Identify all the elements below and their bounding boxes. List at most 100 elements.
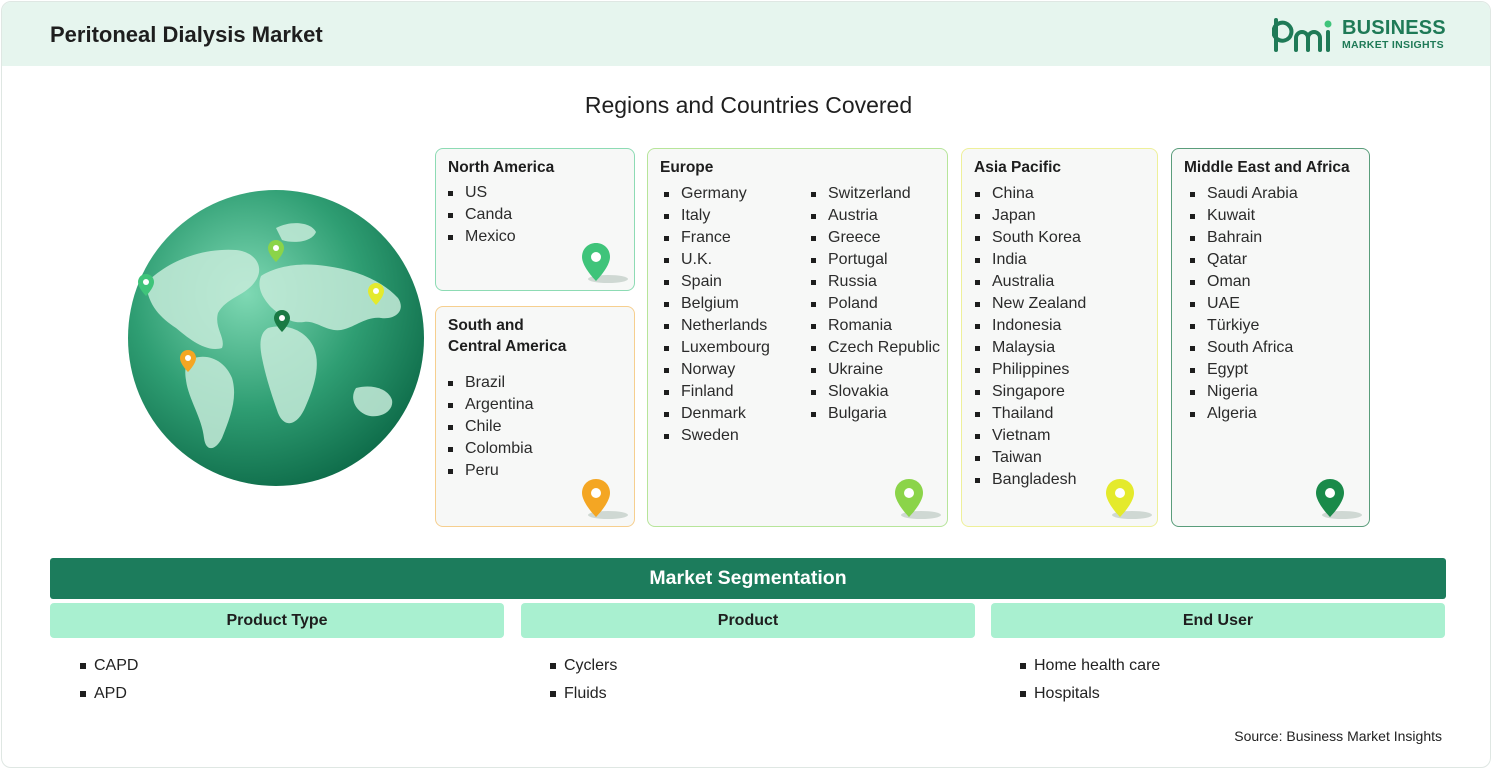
list-item: Egypt xyxy=(1190,359,1298,381)
country-list-col1: Germany Italy France U.K. Spain Belgium … xyxy=(664,183,770,447)
list-item: Argentina xyxy=(448,394,534,416)
list-item: Cyclers xyxy=(550,652,617,680)
list-item: Italy xyxy=(664,205,770,227)
list-item: Fluids xyxy=(550,680,617,708)
list-item: New Zealand xyxy=(975,293,1086,315)
location-pin-icon xyxy=(895,479,941,519)
segment-heading-end-user: End User xyxy=(991,603,1445,638)
list-item: France xyxy=(664,227,770,249)
region-title: North America xyxy=(448,159,555,176)
country-list: Saudi Arabia Kuwait Bahrain Qatar Oman U… xyxy=(1190,183,1298,425)
list-item: Denmark xyxy=(664,403,770,425)
infographic-frame: Peritoneal Dialysis Market BUSINESS MARK… xyxy=(1,1,1491,768)
list-item: Russia xyxy=(811,271,940,293)
location-pin-icon xyxy=(1316,479,1362,519)
list-item: Algeria xyxy=(1190,403,1298,425)
list-item: Brazil xyxy=(448,372,534,394)
region-card-south-central-america: South and Central America Brazil Argenti… xyxy=(435,306,635,527)
list-item: US xyxy=(448,182,516,204)
list-item: Indonesia xyxy=(975,315,1086,337)
region-card-asia-pacific: Asia Pacific China Japan South Korea Ind… xyxy=(961,148,1158,527)
list-item: Bahrain xyxy=(1190,227,1298,249)
list-item: Portugal xyxy=(811,249,940,271)
list-item: Netherlands xyxy=(664,315,770,337)
list-item: Thailand xyxy=(975,403,1086,425)
list-item: Singapore xyxy=(975,381,1086,403)
list-item: Bulgaria xyxy=(811,403,940,425)
list-item: Nigeria xyxy=(1190,381,1298,403)
list-item: Chile xyxy=(448,416,534,438)
list-item: Australia xyxy=(975,271,1086,293)
segment-list-end-user: Home health care Hospitals xyxy=(1020,652,1160,708)
segment-list-product: Cyclers Fluids xyxy=(550,652,617,708)
segment-heading-product: Product xyxy=(521,603,975,638)
company-logo: BUSINESS MARKET INSIGHTS xyxy=(1271,16,1452,56)
region-title: Asia Pacific xyxy=(974,159,1062,176)
list-item: Belgium xyxy=(664,293,770,315)
list-item: Greece xyxy=(811,227,940,249)
list-item: Hospitals xyxy=(1020,680,1160,708)
list-item: Malaysia xyxy=(975,337,1086,359)
segment-list-product-type: CAPD APD xyxy=(80,652,138,708)
list-item: Peru xyxy=(448,460,534,482)
country-list: China Japan South Korea India Australia … xyxy=(975,183,1086,491)
list-item: Switzerland xyxy=(811,183,940,205)
list-item: Poland xyxy=(811,293,940,315)
list-item: Finland xyxy=(664,381,770,403)
country-list: Brazil Argentina Chile Colombia Peru xyxy=(448,372,534,482)
list-item: Home health care xyxy=(1020,652,1160,680)
list-item: UAE xyxy=(1190,293,1298,315)
list-item: Sweden xyxy=(664,425,770,447)
segmentation-title: Market Segmentation xyxy=(50,558,1446,599)
list-item: South Korea xyxy=(975,227,1086,249)
list-item: Austria xyxy=(811,205,940,227)
list-item: CAPD xyxy=(80,652,138,680)
list-item: Luxembourg xyxy=(664,337,770,359)
globe-icon xyxy=(128,190,424,486)
list-item: Mexico xyxy=(448,226,516,248)
region-card-north-america: North America US Canda Mexico xyxy=(435,148,635,291)
list-item: APD xyxy=(80,680,138,708)
region-title: Europe xyxy=(660,159,714,176)
region-title: Middle East and Africa xyxy=(1184,159,1350,176)
list-item: Bangladesh xyxy=(975,469,1086,491)
region-card-middle-east-africa: Middle East and Africa Saudi Arabia Kuwa… xyxy=(1171,148,1370,527)
list-item: Spain xyxy=(664,271,770,293)
list-item: Vietnam xyxy=(975,425,1086,447)
location-pin-icon xyxy=(1106,479,1152,519)
logo-text-market-insights: MARKET INSIGHTS xyxy=(1342,39,1444,51)
segment-heading-product-type: Product Type xyxy=(50,603,504,638)
location-pin-icon xyxy=(582,479,628,519)
logo-text-business: BUSINESS xyxy=(1342,17,1446,39)
region-title-line: South and xyxy=(448,317,524,334)
list-item: Oman xyxy=(1190,271,1298,293)
list-item: Norway xyxy=(664,359,770,381)
list-item: Colombia xyxy=(448,438,534,460)
list-item: Canda xyxy=(448,204,516,226)
list-item: India xyxy=(975,249,1086,271)
page-title: Peritoneal Dialysis Market xyxy=(50,22,323,47)
list-item: Ukraine xyxy=(811,359,940,381)
header-bar: Peritoneal Dialysis Market BUSINESS MARK… xyxy=(2,2,1490,66)
region-title: South and Central America xyxy=(448,315,566,357)
list-item: Slovakia xyxy=(811,381,940,403)
country-list: US Canda Mexico xyxy=(448,182,516,248)
list-item: U.K. xyxy=(664,249,770,271)
list-item: Taiwan xyxy=(975,447,1086,469)
region-title-line: Central America xyxy=(448,338,567,355)
location-pin-icon xyxy=(582,243,628,283)
region-card-europe: Europe Germany Italy France U.K. Spain B… xyxy=(647,148,948,527)
list-item: Saudi Arabia xyxy=(1190,183,1298,205)
country-list-col2: Switzerland Austria Greece Portugal Russ… xyxy=(811,183,940,425)
bmi-logo-icon xyxy=(1271,18,1332,52)
list-item: Qatar xyxy=(1190,249,1298,271)
list-item: Romania xyxy=(811,315,940,337)
list-item: Czech Republic xyxy=(811,337,940,359)
regions-title: Regions and Countries Covered xyxy=(584,92,913,118)
list-item: Philippines xyxy=(975,359,1086,381)
list-item: China xyxy=(975,183,1086,205)
list-item: Kuwait xyxy=(1190,205,1298,227)
list-item: Türkiye xyxy=(1190,315,1298,337)
list-item: Germany xyxy=(664,183,770,205)
list-item: South Africa xyxy=(1190,337,1298,359)
